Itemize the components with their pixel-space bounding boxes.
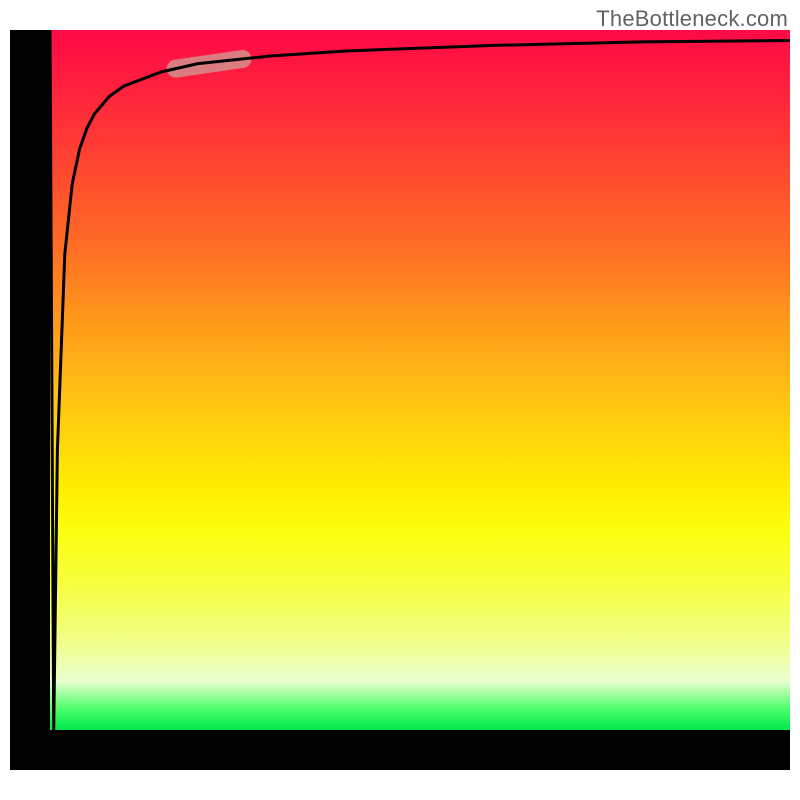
attribution-label: TheBottleneck.com <box>596 6 788 32</box>
plot-area <box>50 30 790 730</box>
chart-container: TheBottleneck.com <box>0 0 800 800</box>
bottleneck-curve <box>50 30 790 730</box>
curve-svg <box>50 30 790 730</box>
plot-frame <box>10 30 790 770</box>
